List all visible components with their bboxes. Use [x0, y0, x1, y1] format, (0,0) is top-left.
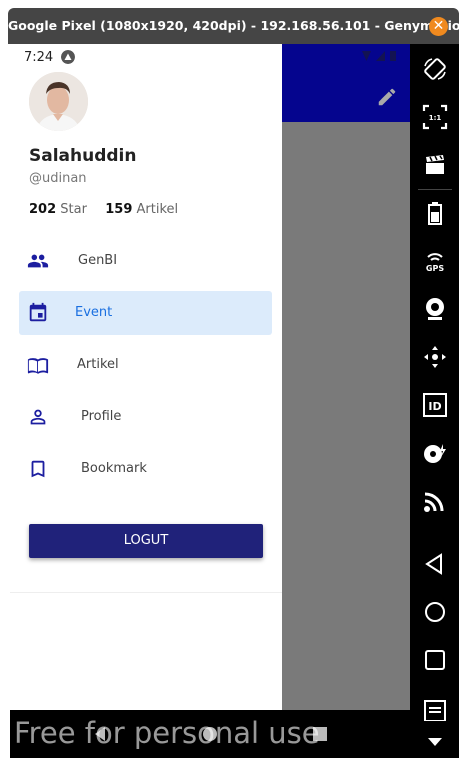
- cast-icon[interactable]: [422, 488, 448, 514]
- signal-icon: [376, 51, 385, 61]
- genymotion-toolbar: 1:1 GPS ID: [410, 44, 459, 758]
- person-icon: [30, 409, 46, 425]
- window-title: Google Pixel (1080x1920, 420dpi) - 192.1…: [8, 18, 468, 33]
- edit-icon[interactable]: [376, 86, 398, 108]
- back-icon[interactable]: [422, 551, 448, 577]
- android-notification-icon: [61, 50, 75, 64]
- menu-label-profile: Profile: [81, 409, 122, 424]
- status-icons: [362, 51, 396, 61]
- menu-item-event[interactable]: Event: [19, 291, 272, 335]
- svg-text:ID: ID: [428, 400, 441, 413]
- id-icon[interactable]: ID: [422, 392, 448, 418]
- battery-status-icon: [390, 51, 396, 61]
- stars-count: 202: [29, 202, 57, 217]
- group-icon: [27, 254, 49, 268]
- rotate-icon[interactable]: [422, 56, 448, 82]
- toolbar-divider: [418, 189, 452, 190]
- menu-label-event: Event: [75, 305, 113, 320]
- profile-handle: @udinan: [29, 171, 87, 186]
- webcam-icon[interactable]: [422, 296, 448, 322]
- svg-text:1:1: 1:1: [429, 114, 442, 122]
- device-screen: 7:24 Salahuddin @udinan 202 Star 159 Art…: [10, 44, 410, 758]
- avatar-photo: [29, 72, 88, 131]
- menu-icon[interactable]: [422, 695, 448, 721]
- menu-label-artikel: Artikel: [77, 357, 119, 372]
- avatar[interactable]: [29, 72, 88, 131]
- close-button[interactable]: ✕: [429, 17, 448, 36]
- navigation-drawer: 7:24 Salahuddin @udinan 202 Star 159 Art…: [10, 44, 282, 710]
- title-bar: Google Pixel (1080x1920, 420dpi) - 192.1…: [8, 8, 468, 44]
- scroll-down-icon[interactable]: [422, 732, 448, 752]
- watermark: Free for personal use: [14, 716, 320, 750]
- disk-icon[interactable]: [422, 440, 448, 466]
- recents-icon[interactable]: [422, 647, 448, 673]
- calendar-icon: [29, 302, 47, 322]
- book-icon: [27, 358, 49, 374]
- gps-icon[interactable]: GPS: [422, 248, 448, 274]
- dpad-icon[interactable]: [422, 344, 448, 370]
- profile-stats: 202 Star 159 Artikel: [29, 202, 178, 217]
- menu-label-genbi: GenBI: [78, 253, 118, 268]
- wifi-icon: [362, 51, 371, 61]
- logout-button[interactable]: LOGUT: [29, 524, 263, 558]
- stars-label: Star: [60, 202, 87, 217]
- svg-text:GPS: GPS: [426, 264, 444, 273]
- status-time: 7:24: [24, 50, 54, 65]
- bookmark-icon: [31, 460, 45, 478]
- profile-name: Salahuddin: [29, 146, 137, 166]
- pixel-perfect-icon[interactable]: 1:1: [422, 104, 448, 130]
- articles-count: 159: [105, 202, 133, 217]
- menu-item-artikel[interactable]: Artikel: [19, 343, 272, 387]
- clapperboard-icon[interactable]: [422, 152, 448, 178]
- menu-label-bookmark: Bookmark: [81, 461, 147, 476]
- menu-item-profile[interactable]: Profile: [19, 395, 272, 439]
- menu-item-bookmark[interactable]: Bookmark: [19, 447, 272, 491]
- drawer-divider: [10, 592, 282, 593]
- app-bar: [282, 44, 410, 122]
- battery-icon[interactable]: [422, 200, 448, 226]
- genymotion-window: Google Pixel (1080x1920, 420dpi) - 192.1…: [0, 0, 468, 767]
- home-icon[interactable]: [422, 599, 448, 625]
- menu-item-genbi[interactable]: GenBI: [19, 239, 272, 283]
- articles-label: Artikel: [136, 202, 179, 217]
